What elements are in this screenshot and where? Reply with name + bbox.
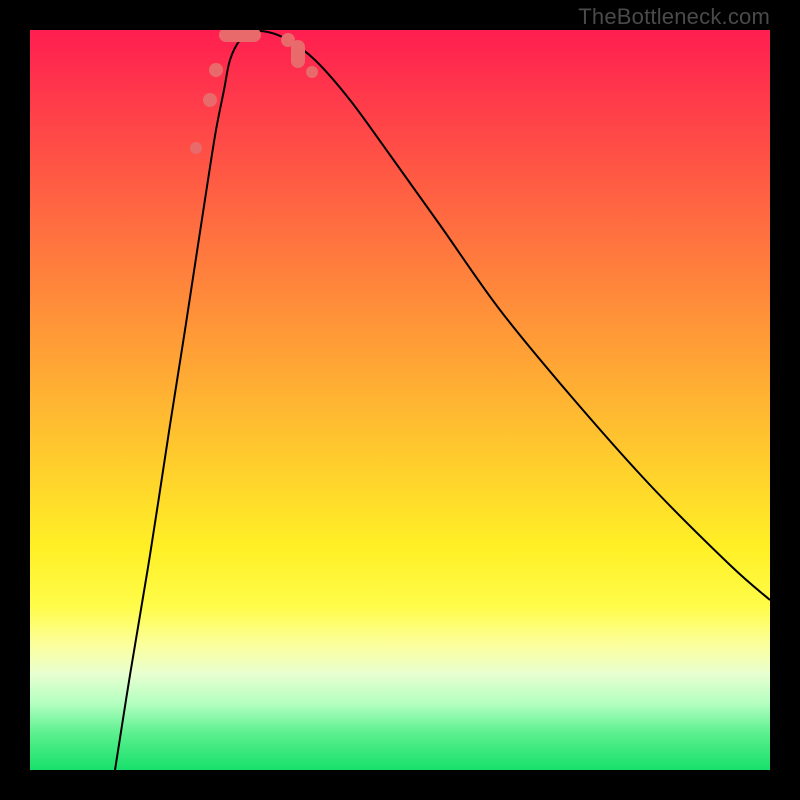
marker-pill <box>219 30 261 42</box>
bottleneck-curve <box>115 31 770 770</box>
marker-dot <box>190 142 202 154</box>
curve-markers <box>190 30 318 154</box>
plot-area <box>30 30 770 770</box>
marker-dot <box>306 66 318 78</box>
watermark-text: TheBottleneck.com <box>578 4 770 30</box>
marker-dot <box>203 93 217 107</box>
marker-pill <box>291 40 305 68</box>
marker-dot <box>209 63 223 77</box>
chart-frame: TheBottleneck.com <box>0 0 800 800</box>
curve-layer <box>30 30 770 770</box>
